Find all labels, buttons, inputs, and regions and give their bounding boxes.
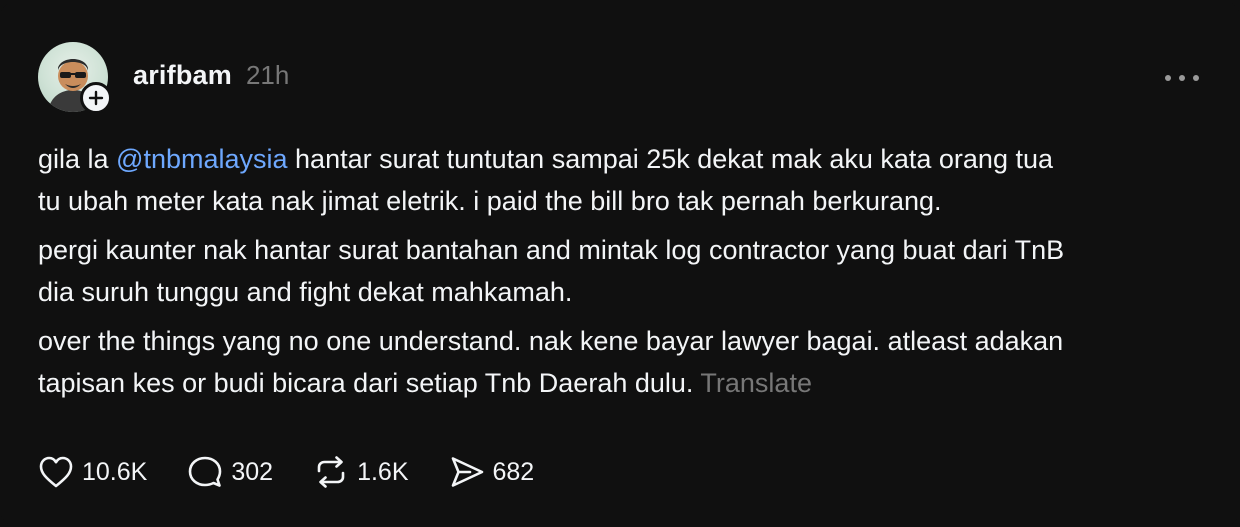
mention-link[interactable]: @tnbmalaysia [116, 144, 287, 174]
paragraph-text: over the things yang no one understand. … [38, 326, 1064, 398]
paragraph-text: gila la [38, 144, 117, 174]
repost-icon [313, 455, 349, 489]
username[interactable]: arifbam [133, 60, 232, 91]
reply-button[interactable]: 302 [187, 455, 273, 489]
repost-count: 1.6K [357, 457, 409, 486]
post-header: arifbam 21h [133, 60, 289, 91]
more-options-button[interactable] [1160, 64, 1204, 92]
post-paragraph: pergi kaunter nak hantar surat bantahan … [38, 229, 1218, 313]
heart-icon [38, 455, 74, 489]
like-count: 10.6K [82, 457, 148, 486]
post-body: gila la @tnbmalaysia hantar surat tuntut… [38, 138, 1218, 411]
plus-icon [88, 90, 104, 106]
action-bar: 10.6K 302 1.6K 682 [38, 452, 574, 492]
share-count: 682 [492, 457, 535, 486]
timestamp[interactable]: 21h [246, 60, 289, 91]
share-button[interactable]: 682 [449, 455, 535, 489]
paragraph-text: pergi kaunter nak hantar surat bantahan … [38, 235, 1065, 307]
post-paragraph: gila la @tnbmalaysia hantar surat tuntut… [38, 138, 1218, 222]
translate-link[interactable]: Translate [700, 368, 812, 398]
comment-icon [187, 455, 223, 489]
send-icon [449, 455, 485, 489]
like-button[interactable]: 10.6K [38, 455, 147, 489]
follow-button[interactable] [80, 82, 112, 114]
post-paragraph: over the things yang no one understand. … [38, 320, 1218, 404]
post-card: arifbam 21h gila la @tnbmalaysia hantar … [0, 0, 1240, 527]
more-horizontal-icon [1165, 75, 1199, 81]
repost-button[interactable]: 1.6K [313, 455, 409, 489]
reply-count: 302 [231, 457, 274, 486]
